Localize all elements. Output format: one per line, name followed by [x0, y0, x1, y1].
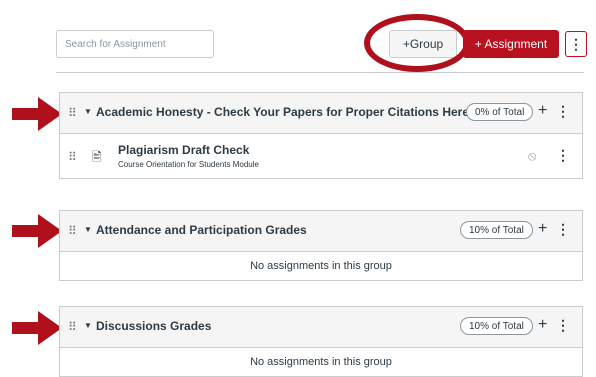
group-header[interactable]: ⠿ ▼ Discussions Grades 10% of Total + ⋮: [60, 307, 582, 348]
assignment-document-icon: 🖹: [92, 150, 102, 164]
group-menu-icon[interactable]: ⋮: [556, 317, 570, 334]
group-weight-badge: 10% of Total: [460, 317, 533, 335]
assignment-module: Course Orientation for Students Module: [118, 160, 259, 169]
group-header[interactable]: ⠿ ▼ Attendance and Participation Grades …: [60, 211, 582, 252]
assignment-group: ⠿ ▼ Academic Honesty - Check Your Papers…: [59, 92, 583, 179]
group-header[interactable]: ⠿ ▼ Academic Honesty - Check Your Papers…: [60, 93, 582, 134]
toolbar-divider: [56, 72, 584, 73]
assignment-title[interactable]: Plagiarism Draft Check: [118, 143, 249, 157]
annotation-arrow-icon: [12, 311, 62, 345]
assignment-row[interactable]: ⠿ 🖹 Plagiarism Draft Check Course Orient…: [60, 134, 582, 178]
annotation-arrow-icon: [12, 214, 62, 248]
collapse-caret-icon[interactable]: ▼: [84, 107, 92, 116]
drag-handle-icon[interactable]: ⠿: [68, 150, 77, 164]
unpublished-icon[interactable]: ⦸: [528, 148, 536, 164]
add-assignment-to-group-icon[interactable]: +: [538, 220, 547, 238]
group-menu-icon[interactable]: ⋮: [556, 103, 570, 120]
search-input[interactable]: [56, 30, 214, 58]
assignment-group: ⠿ ▼ Attendance and Participation Grades …: [59, 210, 583, 281]
group-menu-icon[interactable]: ⋮: [556, 221, 570, 238]
group-title: Attendance and Participation Grades: [96, 223, 307, 237]
add-assignment-button[interactable]: + Assignment: [463, 30, 559, 58]
group-weight-badge: 0% of Total: [466, 103, 534, 121]
drag-handle-icon[interactable]: ⠿: [68, 320, 77, 334]
collapse-caret-icon[interactable]: ▼: [84, 321, 92, 330]
drag-handle-icon[interactable]: ⠿: [68, 224, 77, 238]
collapse-caret-icon[interactable]: ▼: [84, 225, 92, 234]
assignment-menu-icon[interactable]: ⋮: [556, 147, 570, 164]
annotation-arrow-icon: [12, 97, 62, 131]
assignment-group: ⠿ ▼ Discussions Grades 10% of Total + ⋮ …: [59, 306, 583, 377]
options-menu-button[interactable]: ⋮: [565, 31, 587, 57]
empty-group-message: No assignments in this group: [250, 260, 392, 272]
group-title: Discussions Grades: [96, 319, 212, 333]
empty-group-message: No assignments in this group: [250, 356, 392, 368]
add-assignment-to-group-icon[interactable]: +: [538, 102, 547, 120]
drag-handle-icon[interactable]: ⠿: [68, 106, 77, 120]
add-assignment-to-group-icon[interactable]: +: [538, 316, 547, 334]
annotation-circle: [364, 14, 470, 72]
group-title: Academic Honesty - Check Your Papers for…: [96, 105, 470, 119]
group-weight-badge: 10% of Total: [460, 221, 533, 239]
